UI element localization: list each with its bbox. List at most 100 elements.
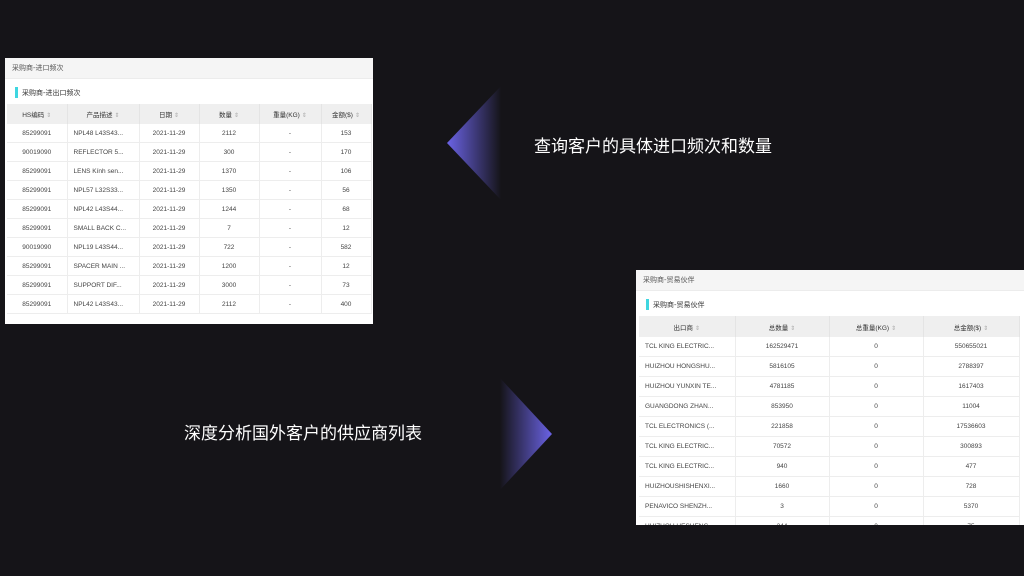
table-cell: 300 — [199, 142, 260, 162]
section-heading-label: 采购商-贸易伙伴 — [653, 300, 705, 309]
table-cell: 1350 — [199, 180, 260, 200]
table-cell: - — [259, 256, 322, 276]
sort-icon[interactable]: ⇕ — [355, 113, 360, 119]
table-cell: HUIZHOUSHISHENXI... — [639, 476, 736, 497]
table-cell: 56 — [321, 180, 372, 200]
table-cell: 170 — [321, 142, 372, 162]
table-cell: 2112 — [199, 294, 260, 314]
table-cell: 1660 — [735, 476, 830, 497]
sort-icon[interactable]: ⇕ — [46, 113, 51, 119]
table-cell: TCL KING ELECTRIC... — [639, 337, 736, 357]
table-row[interactable]: TCL KING ELECTRIC... 70572 0 300893 — [639, 436, 1020, 457]
sort-icon[interactable]: ⇕ — [302, 113, 307, 119]
table-row[interactable]: PENAVICO SHENZH... 3 0 5370 — [639, 496, 1020, 517]
table-row[interactable]: 85299091 NPL48 L43S43... 2021-11-29 2112-15… — [7, 124, 372, 143]
table-row[interactable]: TCL KING ELECTRIC... 940 0 477 — [639, 456, 1020, 477]
table-cell: - — [259, 180, 322, 200]
panel-title: 采购商-贸易伙伴 — [636, 270, 1024, 291]
column-header[interactable]: 产品描述 ⇕ — [67, 104, 140, 124]
table-row[interactable]: TCL ELECTRONICS (... 221858 0 17536603 — [639, 416, 1020, 437]
column-header[interactable]: 总重量(KG) ⇕ — [829, 316, 924, 337]
table-row[interactable]: 85299091 NPL42 L43S43... 2021-11-29 2112-40… — [7, 294, 372, 314]
trade-partner-table: 出口商 ⇕ 总数量 ⇕ 总重量(KG) ⇕ 总金额($) ⇕ TCL KING ELECTRI… — [639, 316, 1020, 525]
table-row[interactable]: HUIZHOU HESHENG...344075 — [639, 516, 1020, 525]
column-header[interactable]: 总金额($) ⇕ — [923, 316, 1020, 337]
table-cell: 2112 — [199, 124, 260, 143]
table-cell: 85299091 — [7, 294, 68, 314]
sort-icon[interactable]: ⇕ — [891, 326, 896, 332]
table-cell: - — [259, 294, 322, 314]
column-header-label: 出口商 — [673, 324, 693, 332]
table-cell: NPL48 L43S43... — [67, 124, 140, 143]
column-header[interactable]: HS编码 ⇕ — [7, 104, 68, 124]
section-heading-label: 采购商-进出口频次 — [22, 88, 81, 97]
table-cell: - — [259, 218, 322, 238]
table-cell: REFLECTOR 5... — [67, 142, 140, 162]
sort-icon[interactable]: ⇕ — [174, 113, 179, 119]
table-cell: 85299091 — [7, 256, 68, 276]
table-cell: 2021-11-29 — [139, 237, 200, 257]
column-header-label: 总数量 — [768, 324, 789, 332]
column-header[interactable]: 金额($) ⇕ — [321, 104, 372, 124]
table-cell: 0 — [829, 476, 924, 497]
table-cell: - — [259, 161, 322, 181]
table-cell: 85299091 — [7, 161, 68, 181]
table-cell: 3000 — [199, 275, 260, 295]
table-cell: SUPPORT DIF... — [67, 275, 140, 295]
table-row[interactable]: TCL KING ELECTRIC... 162529471 0 550655021 — [639, 337, 1020, 357]
table-cell: 1244 — [199, 199, 260, 219]
table-cell: HUIZHOU HONGSHU... — [639, 356, 736, 377]
table-row[interactable]: HUIZHOU YUNXIN TE... 4781185 0 1617403 — [639, 376, 1020, 397]
table-cell: 85299091 — [7, 124, 68, 143]
table-cell: 90019090 — [7, 142, 68, 162]
table-cell: TCL ELECTRONICS (... — [639, 416, 736, 437]
table-row[interactable]: GUANGDONG ZHAN... 853950 0 11004 — [639, 396, 1020, 417]
table-row[interactable]: HUIZHOUSHISHENXI... 1660 0 728 — [639, 476, 1020, 497]
table-cell: 2021-11-29 — [139, 142, 200, 162]
sort-icon[interactable]: ⇕ — [234, 113, 239, 119]
table-cell: LENS Kính sen... — [67, 161, 140, 181]
table-row[interactable]: 85299091 SPACER MAIN ... 2021-11-29 1200-12 — [7, 256, 372, 276]
table-cell: 85299091 — [7, 199, 68, 219]
sort-icon[interactable]: ⇕ — [983, 326, 988, 332]
sort-icon[interactable]: ⇕ — [114, 113, 119, 119]
table-cell: 4781185 — [735, 376, 830, 397]
table-cell: - — [259, 237, 322, 257]
column-header[interactable]: 总数量 ⇕ — [735, 316, 830, 337]
table-row[interactable]: 85299091 SUPPORT DIF... 2021-11-29 3000-73 — [7, 275, 372, 295]
accent-bar — [646, 299, 649, 310]
table-row[interactable]: 85299091 SMALL BACK C... 2021-11-29 7-12 — [7, 218, 372, 238]
left-pointer-arrow-icon — [447, 86, 501, 200]
table-row[interactable]: 85299091 NPL57 L32S33... 2021-11-29 1350-56 — [7, 180, 372, 200]
right-pointer-arrow-icon — [500, 378, 552, 490]
table-row[interactable]: 85299091 NPL42 L43S44... 2021-11-29 1244-68 — [7, 199, 372, 219]
sort-icon[interactable]: ⇕ — [790, 326, 795, 332]
import-frequency-caption: 查询客户的具体进口频次和数量 — [534, 137, 772, 157]
table-cell: 0 — [829, 496, 924, 517]
column-header-label: HS编码 — [22, 112, 45, 119]
table-row[interactable]: 90019090 REFLECTOR 5... 2021-11-29 300-170 — [7, 142, 372, 162]
table-row[interactable]: 85299091 LENS Kính sen... 2021-11-29 1370-1… — [7, 161, 372, 181]
column-header-label: 数量 — [218, 112, 232, 119]
supplier-list-caption: 深度分析国外客户的供应商列表 — [184, 424, 422, 444]
table-cell: 2021-11-29 — [139, 218, 200, 238]
sort-icon[interactable]: ⇕ — [695, 326, 700, 332]
column-header-label: 日期 — [158, 112, 172, 119]
table-cell: - — [259, 199, 322, 219]
table-row[interactable]: HUIZHOU HONGSHU... 5816105 0 2788397 — [639, 356, 1020, 377]
column-header[interactable]: 数量 ⇕ — [199, 104, 260, 124]
column-header[interactable]: 日期 ⇕ — [139, 104, 200, 124]
table-cell: 2021-11-29 — [139, 180, 200, 200]
table-cell: 70572 — [735, 436, 830, 457]
table-cell: 477 — [923, 456, 1020, 477]
import-frequency-panel: 采购商-进口频次 采购商-进出口频次 HS编码 ⇕ 产品描述 ⇕ 日期 ⇕ 数量 ⇕ 重量(KG… — [5, 58, 373, 324]
column-header-label: 重量(KG) — [273, 112, 300, 119]
table-cell: 2021-11-29 — [139, 161, 200, 181]
column-header[interactable]: 出口商 ⇕ — [639, 316, 736, 337]
table-row[interactable]: 90019090 NPL19 L43S44... 2021-11-29 722-582 — [7, 237, 372, 257]
table-cell: 5816105 — [735, 356, 830, 377]
table-cell: 300893 — [923, 436, 1020, 457]
table-cell: 0 — [829, 416, 924, 437]
table-cell: 68 — [321, 199, 372, 219]
column-header[interactable]: 重量(KG) ⇕ — [259, 104, 322, 124]
